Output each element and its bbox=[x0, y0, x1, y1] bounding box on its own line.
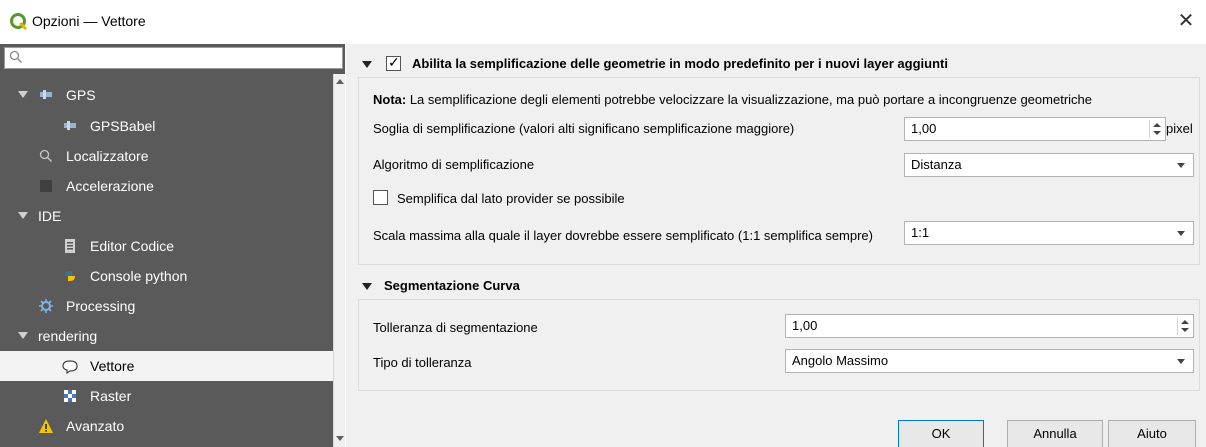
simplify-enable-checkbox[interactable] bbox=[386, 54, 401, 71]
tree-item-label: IDE bbox=[38, 208, 62, 224]
warning-icon bbox=[39, 419, 53, 433]
tolerance-input[interactable]: 1,00 bbox=[785, 314, 1194, 338]
scroll-down-icon[interactable] bbox=[336, 436, 344, 441]
search-input[interactable] bbox=[4, 47, 343, 69]
max-scale-value: 1:1 bbox=[911, 225, 930, 240]
threshold-unit-label: pixel bbox=[1166, 121, 1193, 136]
max-scale-label: Scala massima alla quale il layer dovreb… bbox=[373, 228, 873, 243]
tree-item-label: Console python bbox=[90, 268, 188, 284]
close-button[interactable]: ✕ bbox=[1174, 9, 1198, 33]
curve-group-header: Segmentazione Curva bbox=[358, 275, 1200, 299]
ok-button[interactable]: OK bbox=[898, 420, 984, 447]
raster-icon bbox=[64, 390, 76, 402]
tree-item-gpsbabel[interactable]: GPSBabel bbox=[0, 111, 333, 141]
provider-simplify-label: Semplifica dal lato provider se possibil… bbox=[397, 191, 625, 206]
tree-item-vettore[interactable]: Vettore bbox=[0, 351, 333, 381]
simplify-group-header: Abilita la semplificazione delle geometr… bbox=[358, 53, 1200, 77]
sidebar-scrollbar[interactable] bbox=[333, 74, 345, 447]
curve-header-label: Segmentazione Curva bbox=[384, 278, 520, 293]
tree-item-label: Localizzatore bbox=[66, 148, 149, 164]
acceleration-icon bbox=[40, 180, 52, 192]
max-scale-select[interactable]: 1:1 bbox=[904, 221, 1194, 245]
options-sidebar: GPS GPSBabel Localizzatore Accelerazione… bbox=[0, 44, 345, 447]
cancel-button[interactable]: Annulla bbox=[1007, 420, 1103, 447]
help-button[interactable]: Aiuto bbox=[1108, 420, 1196, 447]
tolerance-label: Tolleranza di segmentazione bbox=[373, 320, 538, 335]
tree-item-avanzato[interactable]: Avanzato bbox=[0, 411, 333, 441]
search-icon bbox=[39, 149, 52, 162]
chevron-down-icon bbox=[1177, 231, 1185, 236]
tree-item-label: Editor Codice bbox=[90, 238, 175, 254]
code-editor-icon bbox=[65, 239, 75, 253]
tree-item-localizzatore[interactable]: Localizzatore bbox=[0, 141, 333, 171]
threshold-spinbox-arrows[interactable] bbox=[1149, 120, 1163, 138]
tree-item-label: Processing bbox=[66, 298, 136, 314]
tree-item-label: Raster bbox=[90, 388, 132, 404]
tree-item-editor-codice[interactable]: Editor Codice bbox=[0, 231, 333, 261]
gps-icon bbox=[40, 90, 52, 99]
options-tree: GPS GPSBabel Localizzatore Accelerazione… bbox=[0, 74, 333, 447]
tree-item-accelerazione[interactable]: Accelerazione bbox=[0, 171, 333, 201]
tolerance-spinbox-arrows[interactable] bbox=[1177, 317, 1191, 335]
title-bar: Opzioni — Vettore ✕ bbox=[0, 0, 1206, 44]
tolerance-value: 1,00 bbox=[792, 318, 818, 333]
chevron-down-icon bbox=[1177, 359, 1185, 364]
python-icon bbox=[65, 271, 75, 281]
simplify-note: Nota: La semplificazione degli elementi … bbox=[373, 92, 1092, 107]
search-icon bbox=[9, 50, 22, 63]
threshold-label: Soglia di semplificazione (valori alti s… bbox=[373, 121, 795, 136]
threshold-input[interactable]: 1,00 bbox=[904, 117, 1166, 141]
processing-gear-icon bbox=[39, 299, 53, 313]
chevron-down-icon bbox=[1177, 163, 1185, 168]
algorithm-select[interactable]: Distanza bbox=[904, 153, 1194, 177]
settings-panel: Abilita la semplificazione delle geometr… bbox=[346, 44, 1206, 447]
tree-item-label: Avanzato bbox=[66, 418, 125, 434]
expand-arrow-icon[interactable] bbox=[18, 332, 28, 339]
algorithm-label: Algoritmo di semplificazione bbox=[373, 157, 535, 172]
vector-icon bbox=[62, 360, 78, 374]
tree-item-console-python[interactable]: Console python bbox=[0, 261, 333, 291]
tree-item-label: rendering bbox=[38, 328, 98, 344]
simplify-header-label: Abilita la semplificazione delle geometr… bbox=[412, 56, 948, 71]
provider-simplify-checkbox[interactable] bbox=[373, 190, 388, 205]
tree-item-gps[interactable]: GPS bbox=[0, 80, 333, 110]
tree-item-label: Accelerazione bbox=[66, 178, 154, 194]
expand-arrow-icon[interactable] bbox=[18, 212, 28, 219]
expand-arrow-icon[interactable] bbox=[18, 91, 28, 98]
tolerance-type-select[interactable]: Angolo Massimo bbox=[785, 349, 1194, 373]
simplify-group: Nota: La semplificazione degli elementi … bbox=[358, 77, 1200, 265]
gps-icon bbox=[64, 121, 76, 130]
tree-item-raster[interactable]: Raster bbox=[0, 381, 333, 411]
collapse-arrow-icon[interactable] bbox=[362, 283, 372, 290]
window-title: Opzioni — Vettore bbox=[32, 13, 146, 29]
tree-item-rendering[interactable]: rendering bbox=[0, 321, 333, 351]
curve-group: Tolleranza di segmentazione 1,00 Tipo di… bbox=[358, 299, 1200, 391]
algorithm-value: Distanza bbox=[911, 157, 962, 172]
tree-item-processing[interactable]: Processing bbox=[0, 291, 333, 321]
tolerance-type-value: Angolo Massimo bbox=[792, 353, 889, 368]
qgis-logo-icon bbox=[10, 13, 28, 31]
note-text: La semplificazione degli elementi potreb… bbox=[406, 92, 1092, 107]
threshold-value: 1,00 bbox=[911, 121, 937, 136]
tree-item-ide[interactable]: IDE bbox=[0, 201, 333, 231]
tree-item-label: GPS bbox=[66, 87, 96, 103]
tree-item-label: Vettore bbox=[90, 358, 135, 374]
tolerance-type-label: Tipo di tolleranza bbox=[373, 355, 472, 370]
scroll-up-icon[interactable] bbox=[336, 79, 344, 84]
note-bold-label: Nota: bbox=[373, 92, 407, 107]
tree-item-label: GPSBabel bbox=[90, 118, 156, 134]
collapse-arrow-icon[interactable] bbox=[362, 61, 372, 68]
